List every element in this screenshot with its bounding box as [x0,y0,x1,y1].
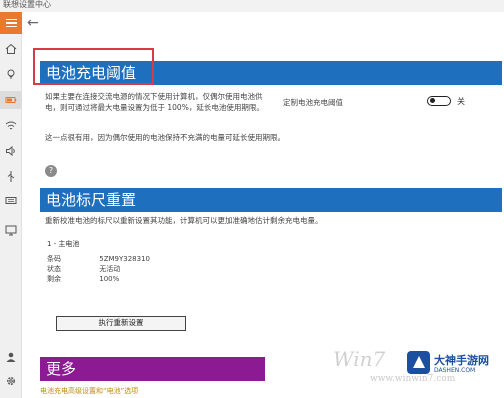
lightbulb-icon[interactable] [5,68,17,80]
info-key: 条码 [47,255,61,263]
info-key: 状态 [47,265,61,273]
back-arrow-icon[interactable]: ← [27,15,43,31]
sidebar [0,12,22,398]
charge-threshold-note: 这一点很有用，因为偶尔使用的电池保持不充满的电量可延长使用期限。 [45,133,285,142]
info-row: 状态 无活动 [47,264,120,274]
network-icon[interactable] [5,120,17,132]
title-bar: 联想设置中心 [0,0,504,12]
battery-icon[interactable] [5,94,17,106]
advanced-settings-link[interactable]: 电池充电高级设置和“电池”选项 [40,386,138,396]
section-banner-gauge-reset: 电池标尺重置 [40,188,502,212]
info-value: 5ZM9Y328310 [99,255,150,263]
section-title: 电池标尺重置 [46,191,137,209]
help-icon[interactable]: ? [45,165,57,177]
highlight-box [33,48,154,85]
display-icon[interactable] [5,224,17,236]
user-icon[interactable] [5,351,17,363]
toggle-label: 定制电池充电阈值 [283,98,343,107]
toggle-state-label: 关 [457,97,465,106]
charge-threshold-toggle[interactable] [427,96,451,106]
execute-reset-button[interactable]: 执行重新设置 [56,316,186,331]
audio-icon[interactable] [5,145,17,157]
info-value: 无活动 [99,265,121,273]
brand-logo-icon [407,351,430,374]
watermark-url: www.winwin7.com [370,374,456,384]
info-key: 剩余 [47,275,61,283]
section-banner-more: 更多 [40,357,265,381]
hamburger-menu-button[interactable] [0,12,22,34]
usb-icon[interactable] [5,170,17,182]
section-title: 更多 [46,360,77,378]
info-row: 条码 5ZM9Y328310 [47,254,150,264]
settings-icon[interactable] [5,375,17,387]
brand-name: 大神手游网 [434,354,489,367]
info-value: 100% [99,275,120,283]
window-title: 联想设置中心 [3,0,51,9]
gauge-reset-description: 重新校准电池的标尺以重新设置其功能，计算机可以更加准确地估计剩余充电电量。 [45,216,323,225]
charge-threshold-description: 如果主要在连接交流电源的情况下使用计算机，仅偶尔使用电池供电，则可通过将最大电量… [45,92,264,112]
brand-url: DASHEN.COM [434,367,476,374]
home-icon[interactable] [5,43,17,55]
keyboard-icon[interactable] [5,194,17,206]
battery-header: 1 - 主电池 [47,240,80,248]
info-row: 剩余 100% [47,274,119,284]
toggle-knob [430,98,435,103]
watermark-text: Win7 [333,347,386,371]
